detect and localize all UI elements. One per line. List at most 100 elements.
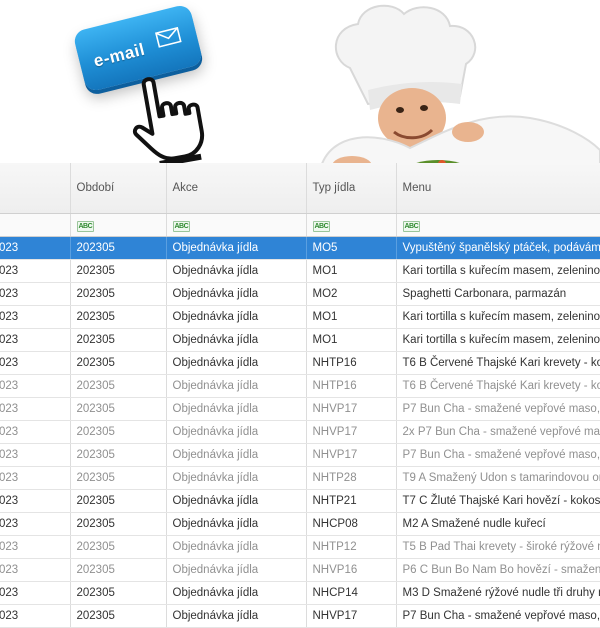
cell-action[interactable]: Objednávka jídla — [166, 305, 307, 329]
table-row[interactable]: 023 202305 Objednávka jídla NHCP14 M3 D Smaž… — [0, 581, 600, 605]
cell-meal-type[interactable]: NHVP17 — [306, 443, 397, 467]
column-header-menu[interactable]: Menu — [396, 163, 600, 214]
cell-period[interactable]: 202305 — [70, 604, 167, 628]
cell-period[interactable]: 202305 — [70, 512, 167, 536]
cell-first[interactable]: 023 — [0, 259, 71, 283]
cell-action[interactable]: Objednávka jídla — [166, 420, 307, 444]
cell-menu[interactable]: Vypuštěný španělský ptáček, podáváme — [396, 236, 600, 260]
table-row[interactable]: 023 202305 Objednávka jídla MO1 Kari tortill… — [0, 305, 600, 329]
cell-action[interactable]: Objednávka jídla — [166, 466, 307, 490]
cell-meal-type[interactable]: NHCP14 — [306, 581, 397, 605]
cell-action[interactable]: Objednávka jídla — [166, 397, 307, 421]
column-header-period[interactable]: Období — [70, 163, 167, 214]
table-row[interactable]: 023 202305 Objednávka jídla NHTP16 T6 B Červ… — [0, 374, 600, 398]
cell-meal-type[interactable]: NHTP16 — [306, 351, 397, 375]
cell-period[interactable]: 202305 — [70, 374, 167, 398]
cell-menu[interactable]: T5 B Pad Thai krevety - široké rýžové nu — [396, 535, 600, 559]
cell-menu[interactable]: Kari tortilla s kuřecím masem, zeleninou… — [396, 305, 600, 329]
cell-first[interactable]: 023 — [0, 282, 71, 306]
cell-period[interactable]: 202305 — [70, 581, 167, 605]
cell-first[interactable]: 023 — [0, 374, 71, 398]
table-row[interactable]: 023 202305 Objednávka jídla NHTP21 T7 C Žlut… — [0, 489, 600, 513]
cell-action[interactable]: Objednávka jídla — [166, 489, 307, 513]
cell-meal-type[interactable]: MO1 — [306, 305, 397, 329]
cell-first[interactable]: 023 — [0, 604, 71, 628]
cell-menu[interactable]: P6 C Bun Bo Nam Bo hovězí - smažené ho — [396, 558, 600, 582]
cell-action[interactable]: Objednávka jídla — [166, 558, 307, 582]
table-row[interactable]: 023 202305 Objednávka jídla NHVP17 2x P7 Bun… — [0, 420, 600, 444]
cell-action[interactable]: Objednávka jídla — [166, 282, 307, 306]
cell-first[interactable]: 023 — [0, 535, 71, 559]
filter-cell-meal-type[interactable]: ABC — [306, 213, 397, 237]
cell-action[interactable]: Objednávka jídla — [166, 443, 307, 467]
cell-period[interactable]: 202305 — [70, 328, 167, 352]
filter-icon[interactable]: ABC — [76, 220, 95, 232]
column-header-action[interactable]: Akce — [166, 163, 307, 214]
cell-first[interactable]: 023 — [0, 328, 71, 352]
cell-first[interactable]: 023 — [0, 236, 71, 260]
cell-first[interactable]: 023 — [0, 581, 71, 605]
table-row[interactable]: 023 202305 Objednávka jídla MO1 Kari tortill… — [0, 328, 600, 352]
table-row[interactable]: 023 202305 Objednávka jídla MO1 Kari tortill… — [0, 259, 600, 283]
cell-menu[interactable]: Kari tortilla s kuřecím masem, zeleninou… — [396, 328, 600, 352]
cell-period[interactable]: 202305 — [70, 282, 167, 306]
cell-meal-type[interactable]: NHCP08 — [306, 512, 397, 536]
cell-meal-type[interactable]: MO1 — [306, 259, 397, 283]
cell-meal-type[interactable]: NHTP16 — [306, 374, 397, 398]
cell-meal-type[interactable]: NHTP21 — [306, 489, 397, 513]
cell-first[interactable]: 023 — [0, 397, 71, 421]
filter-icon[interactable]: ABC — [172, 220, 191, 232]
cell-menu[interactable]: T6 B Červené Thajské Kari krevety - koko — [396, 374, 600, 398]
cell-menu[interactable]: P7 Bun Cha - smažené vepřové maso, sa — [396, 443, 600, 467]
cell-menu[interactable]: Kari tortilla s kuřecím masem, zeleninou… — [396, 259, 600, 283]
table-row[interactable]: 023 202305 Objednávka jídla NHTP16 T6 B Červ… — [0, 351, 600, 375]
filter-cell-first[interactable] — [0, 213, 71, 237]
table-row[interactable]: 023 202305 Objednávka jídla NHVP16 P6 C Bun … — [0, 558, 600, 582]
filter-cell-action[interactable]: ABC — [166, 213, 307, 237]
filter-cell-period[interactable]: ABC — [70, 213, 167, 237]
cell-action[interactable]: Objednávka jídla — [166, 328, 307, 352]
table-row[interactable]: 023 202305 Objednávka jídla NHCP08 M2 A Smaž… — [0, 512, 600, 536]
cell-menu[interactable]: T6 B Červené Thajské Kari krevety - koko — [396, 351, 600, 375]
cell-period[interactable]: 202305 — [70, 443, 167, 467]
filter-cell-menu[interactable]: ABC — [396, 213, 600, 237]
table-row[interactable]: 023 202305 Objednávka jídla NHVP17 P7 Bun Ch… — [0, 397, 600, 421]
table-row[interactable]: 023 202305 Objednávka jídla NHVP17 P7 Bun Ch… — [0, 443, 600, 467]
cell-meal-type[interactable]: NHVP17 — [306, 420, 397, 444]
cell-period[interactable]: 202305 — [70, 466, 167, 490]
cell-period[interactable]: 202305 — [70, 489, 167, 513]
cell-action[interactable]: Objednávka jídla — [166, 581, 307, 605]
cell-period[interactable]: 202305 — [70, 558, 167, 582]
cell-meal-type[interactable]: MO2 — [306, 282, 397, 306]
cell-action[interactable]: Objednávka jídla — [166, 512, 307, 536]
table-row[interactable]: 023 202305 Objednávka jídla NHTP12 T5 B Pad … — [0, 535, 600, 559]
cell-period[interactable]: 202305 — [70, 535, 167, 559]
cell-first[interactable]: 023 — [0, 305, 71, 329]
cell-first[interactable]: 023 — [0, 351, 71, 375]
cell-period[interactable]: 202305 — [70, 236, 167, 260]
cell-period[interactable]: 202305 — [70, 397, 167, 421]
cell-menu[interactable]: M3 D Smažené rýžové nudle tři druhy ma — [396, 581, 600, 605]
cell-action[interactable]: Objednávka jídla — [166, 374, 307, 398]
cell-first[interactable]: 023 — [0, 443, 71, 467]
cell-menu[interactable]: M2 A Smažené nudle kuřecí — [396, 512, 600, 536]
cell-meal-type[interactable]: NHVP16 — [306, 558, 397, 582]
cell-first[interactable]: 023 — [0, 420, 71, 444]
cell-action[interactable]: Objednávka jídla — [166, 535, 307, 559]
cell-first[interactable]: 023 — [0, 466, 71, 490]
cell-menu[interactable]: 2x P7 Bun Cha - smažené vepřové maso, — [396, 420, 600, 444]
cell-first[interactable]: 023 — [0, 512, 71, 536]
cell-meal-type[interactable]: MO5 — [306, 236, 397, 260]
cell-period[interactable]: 202305 — [70, 259, 167, 283]
table-row[interactable]: 023 202305 Objednávka jídla NHVP17 P7 Bun Ch… — [0, 604, 600, 628]
cell-period[interactable]: 202305 — [70, 420, 167, 444]
table-row[interactable]: 023 202305 Objednávka jídla MO5 Vypuštěný šp… — [0, 236, 600, 260]
cell-first[interactable]: 023 — [0, 489, 71, 513]
table-row[interactable]: 023 202305 Objednávka jídla NHTP28 T9 A Smaž… — [0, 466, 600, 490]
cell-menu[interactable]: T9 A Smažený Udon s tamarindovou omá — [396, 466, 600, 490]
column-header-meal-type[interactable]: Typ jídla — [306, 163, 397, 214]
filter-icon[interactable]: ABC — [312, 220, 331, 232]
table-row[interactable]: 023 202305 Objednávka jídla MO2 Spaghetti Ca… — [0, 282, 600, 306]
cell-meal-type[interactable]: NHTP28 — [306, 466, 397, 490]
cell-meal-type[interactable]: NHTP12 — [306, 535, 397, 559]
